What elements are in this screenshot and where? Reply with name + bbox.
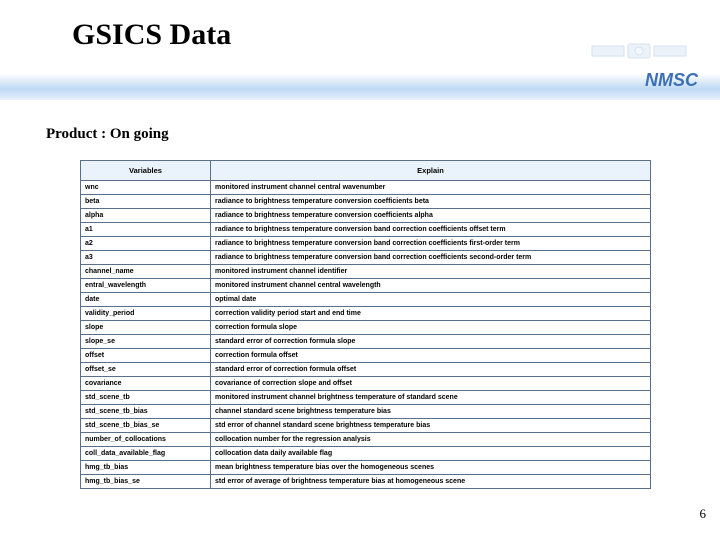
variable-explain: correction formula offset <box>211 349 651 363</box>
variable-explain: standard error of correction formula slo… <box>211 335 651 349</box>
variable-explain: standard error of correction formula off… <box>211 363 651 377</box>
variable-name: number_of_collocations <box>81 433 211 447</box>
table-row: wncmonitored instrument channel central … <box>81 181 651 195</box>
variable-name: alpha <box>81 209 211 223</box>
variable-explain: correction formula slope <box>211 321 651 335</box>
table-row: slopecorrection formula slope <box>81 321 651 335</box>
variable-name: slope_se <box>81 335 211 349</box>
variable-name: offset <box>81 349 211 363</box>
variable-explain: std error of channel standard scene brig… <box>211 419 651 433</box>
variable-explain: optimal date <box>211 293 651 307</box>
variable-explain: monitored instrument channel brightness … <box>211 391 651 405</box>
variable-explain: collocation data daily available flag <box>211 447 651 461</box>
variable-name: a1 <box>81 223 211 237</box>
variable-explain: radiance to brightness temperature conve… <box>211 237 651 251</box>
slide: GSICS Data NMSC Product : On going Varia… <box>0 0 720 540</box>
table-row: coll_data_available_flagcollocation data… <box>81 447 651 461</box>
variable-name: coll_data_available_flag <box>81 447 211 461</box>
variable-explain: correction validity period start and end… <box>211 307 651 321</box>
table-row: std_scene_tb_biaschannel standard scene … <box>81 405 651 419</box>
brand-logo-text: NMSC <box>645 70 698 91</box>
variable-name: std_scene_tb_bias <box>81 405 211 419</box>
variable-name: std_scene_tb <box>81 391 211 405</box>
col-header-variables: Variables <box>81 161 211 181</box>
variable-explain: radiance to brightness temperature conve… <box>211 223 651 237</box>
variable-explain: radiance to brightness temperature conve… <box>211 251 651 265</box>
table-row: betaradiance to brightness temperature c… <box>81 195 651 209</box>
page-title: GSICS Data <box>72 18 231 52</box>
variable-name: hmg_tb_bias_se <box>81 475 211 489</box>
table-row: validity_periodcorrection validity perio… <box>81 307 651 321</box>
table-header-row: Variables Explain <box>81 161 651 181</box>
table-row: hmg_tb_bias_sestd error of average of br… <box>81 475 651 489</box>
table-row: entral_wavelengthmonitored instrument ch… <box>81 279 651 293</box>
variable-name: date <box>81 293 211 307</box>
variable-name: entral_wavelength <box>81 279 211 293</box>
variable-name: beta <box>81 195 211 209</box>
satellite-icon <box>584 30 694 72</box>
variable-name: slope <box>81 321 211 335</box>
variable-name: covariance <box>81 377 211 391</box>
table-row: dateoptimal date <box>81 293 651 307</box>
variable-name: validity_period <box>81 307 211 321</box>
variable-name: hmg_tb_bias <box>81 461 211 475</box>
table-row: channel_namemonitored instrument channel… <box>81 265 651 279</box>
table-row: slope_sestandard error of correction for… <box>81 335 651 349</box>
variable-explain: monitored instrument channel identifier <box>211 265 651 279</box>
variable-explain: mean brightness temperature bias over th… <box>211 461 651 475</box>
variable-explain: monitored instrument channel central wav… <box>211 181 651 195</box>
variable-name: offset_se <box>81 363 211 377</box>
variable-explain: radiance to brightness temperature conve… <box>211 195 651 209</box>
variable-name: a2 <box>81 237 211 251</box>
variable-name: std_scene_tb_bias_se <box>81 419 211 433</box>
variable-explain: monitored instrument channel central wav… <box>211 279 651 293</box>
table-row: hmg_tb_biasmean brightness temperature b… <box>81 461 651 475</box>
table-row: a2radiance to brightness temperature con… <box>81 237 651 251</box>
table-row: a1radiance to brightness temperature con… <box>81 223 651 237</box>
table-row: alpharadiance to brightness temperature … <box>81 209 651 223</box>
variable-name: a3 <box>81 251 211 265</box>
table-row: covariancecovariance of correction slope… <box>81 377 651 391</box>
table-row: a3radiance to brightness temperature con… <box>81 251 651 265</box>
variable-explain: collocation number for the regression an… <box>211 433 651 447</box>
variable-name: wnc <box>81 181 211 195</box>
page-number: 6 <box>700 506 707 522</box>
col-header-explain: Explain <box>211 161 651 181</box>
table-row: offsetcorrection formula offset <box>81 349 651 363</box>
table-row: std_scene_tb_bias_sestd error of channel… <box>81 419 651 433</box>
variable-explain: std error of average of brightness tempe… <box>211 475 651 489</box>
table-row: number_of_collocationscollocation number… <box>81 433 651 447</box>
section-subtitle: Product : On going <box>46 126 169 143</box>
variables-table: Variables Explain wncmonitored instrumen… <box>80 160 651 489</box>
variable-name: channel_name <box>81 265 211 279</box>
table-row: offset_sestandard error of correction fo… <box>81 363 651 377</box>
variable-explain: channel standard scene brightness temper… <box>211 405 651 419</box>
table-row: std_scene_tbmonitored instrument channel… <box>81 391 651 405</box>
variables-table-wrap: Variables Explain wncmonitored instrumen… <box>80 160 650 489</box>
variable-explain: radiance to brightness temperature conve… <box>211 209 651 223</box>
variable-explain: covariance of correction slope and offse… <box>211 377 651 391</box>
